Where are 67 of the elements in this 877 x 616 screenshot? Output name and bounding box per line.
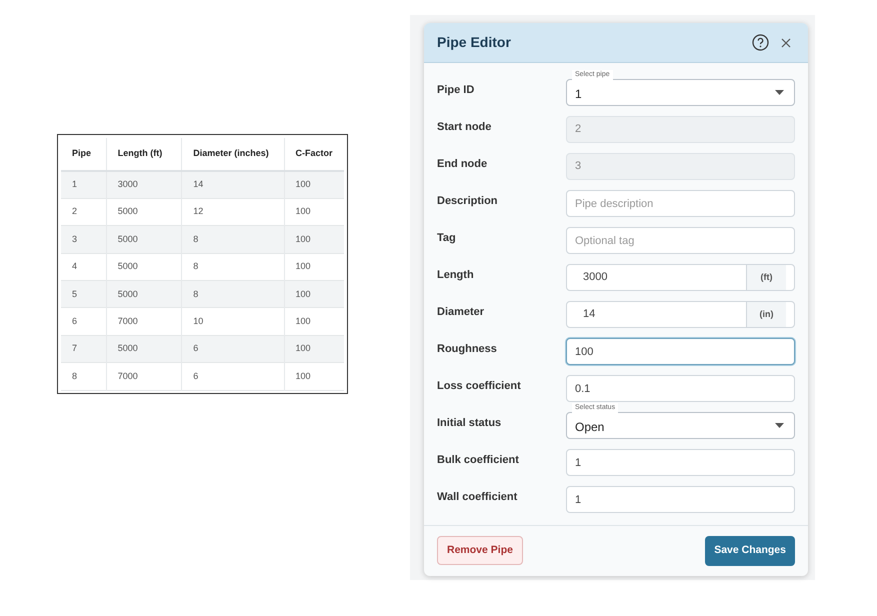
field-label: Start node — [437, 120, 492, 135]
field-label: Length — [437, 268, 474, 283]
table-cell: 10 — [182, 308, 284, 336]
table-cell: 6 — [61, 308, 106, 336]
input-field[interactable]: 3000 (ft) — [566, 264, 795, 291]
unit-label: (ft) — [746, 265, 786, 290]
table-cell: 6 — [182, 362, 284, 390]
table-cell: 7 — [61, 335, 106, 363]
input-field[interactable]: 0.1 — [566, 375, 795, 402]
table-cell: 1 — [61, 171, 106, 198]
table-cell: 3000 — [106, 171, 182, 198]
table-cell: 12 — [182, 198, 284, 226]
table-cell: 8 — [182, 280, 284, 308]
input-field[interactable]: 100 — [566, 338, 795, 365]
table-cell: 100 — [284, 280, 344, 308]
help-icon[interactable] — [752, 34, 769, 51]
field-label: Wall coefficient — [437, 490, 518, 505]
table-cell: 7000 — [106, 362, 182, 390]
table-cell: 100 — [284, 335, 344, 363]
input-field[interactable]: 14 (in) — [566, 301, 795, 328]
field-label: Bulk coefficient — [437, 452, 519, 468]
field-label: Diameter — [437, 304, 484, 320]
table-cell: 3 — [61, 226, 106, 254]
column-header: Length (ft) — [106, 138, 182, 171]
table-cell: 6 — [182, 335, 284, 363]
field-label: End node — [437, 156, 488, 172]
select-field[interactable]: 1 — [566, 79, 795, 106]
table-cell: 5000 — [106, 226, 182, 254]
field-label: Roughness — [437, 342, 497, 357]
input-field[interactable]: Optional tag — [566, 227, 795, 254]
table-cell: 5000 — [106, 253, 182, 281]
column-header: C-Factor — [284, 138, 344, 171]
table-cell: 14 — [182, 171, 284, 198]
table-cell: 7000 — [106, 308, 182, 336]
field-label: Initial status — [437, 416, 502, 431]
field-label: Tag — [437, 230, 456, 246]
save-button[interactable]: Save Changes — [705, 536, 795, 566]
close-icon[interactable] — [781, 38, 791, 48]
table-cell: 100 — [284, 198, 344, 226]
table-cell: 5 — [61, 280, 106, 308]
table-cell: 8 — [61, 362, 106, 390]
table-cell: 100 — [284, 171, 344, 198]
input-field[interactable]: 1 — [566, 486, 795, 513]
table-cell: 2 — [61, 198, 106, 226]
table-cell: 5000 — [106, 335, 182, 363]
table-cell: 8 — [182, 253, 284, 281]
column-header: Diameter (inches) — [182, 138, 284, 171]
table-cell: 8 — [182, 226, 284, 254]
column-header: Pipe — [61, 138, 106, 171]
field-label: Description — [437, 194, 498, 209]
remove-button[interactable]: Remove Pipe — [437, 536, 523, 565]
input-field[interactable]: Pipe description — [566, 190, 795, 217]
caret-icon — [775, 423, 784, 428]
field-label: Pipe ID — [437, 82, 474, 98]
select-field[interactable]: Open — [566, 412, 795, 439]
input-field[interactable]: 1 — [566, 449, 795, 476]
table-cell: 5000 — [106, 280, 182, 308]
table-cell: 100 — [284, 362, 344, 390]
table-cell: 4 — [61, 253, 106, 281]
caret-icon — [775, 90, 784, 95]
table-cell: 100 — [284, 253, 344, 281]
table-cell: 100 — [284, 226, 344, 254]
unit-label: (in) — [746, 302, 786, 327]
table-cell: 100 — [284, 308, 344, 336]
field-label: Loss coefficient — [437, 378, 521, 394]
table-cell: 5000 — [106, 198, 182, 226]
dialog-title: Pipe Editor — [437, 33, 511, 52]
